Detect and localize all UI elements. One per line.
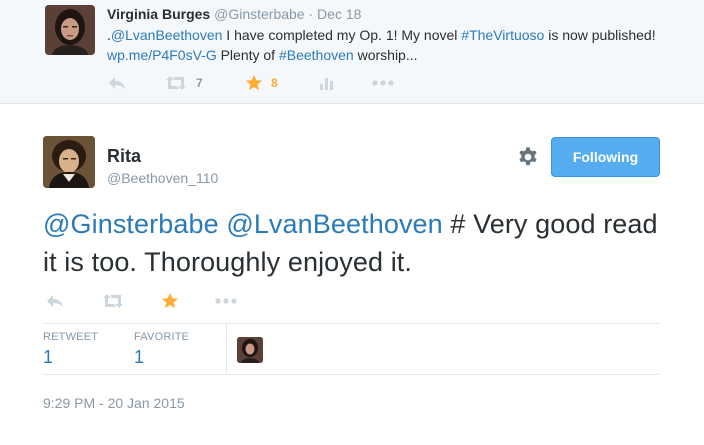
retweet-stat-value[interactable]: 1 bbox=[43, 347, 98, 368]
mention-link[interactable]: @LvanBeethoven bbox=[111, 27, 223, 43]
context-tweet[interactable]: Virginia Burges @Ginsterbabe · Dec 18 .@… bbox=[0, 0, 704, 104]
url-link[interactable]: wp.me/P4F0sV-G bbox=[107, 47, 217, 63]
tweet-text: @Ginsterbabe @LvanBeethoven # Very good … bbox=[43, 205, 663, 281]
stats-divider bbox=[226, 324, 227, 374]
reply-button[interactable] bbox=[107, 72, 127, 94]
retweet-stat[interactable]: RETWEET 1 bbox=[43, 331, 98, 368]
mention-link[interactable]: @LvanBeethoven bbox=[226, 209, 442, 239]
favorite-count: 8 bbox=[271, 76, 278, 90]
retweet-icon bbox=[166, 76, 186, 90]
favorite-button[interactable]: 8 bbox=[245, 72, 278, 94]
reply-icon bbox=[109, 77, 125, 89]
context-tweet-text: .@LvanBeethoven I have completed my Op. … bbox=[107, 25, 667, 65]
text-part: worship... bbox=[353, 47, 418, 63]
hashtag-link[interactable]: #TheVirtuoso bbox=[461, 27, 544, 43]
favorite-stat-value[interactable]: 1 bbox=[134, 347, 189, 368]
tweet-timestamp: 9:29 PM - 20 Jan 2015 bbox=[43, 395, 185, 411]
retweet-button[interactable] bbox=[101, 290, 125, 312]
context-actions: 7 8 bbox=[107, 72, 407, 94]
context-author-handle[interactable]: @Ginsterbabe bbox=[214, 6, 304, 22]
tweet-actions bbox=[43, 290, 303, 312]
reply-button[interactable] bbox=[45, 290, 65, 312]
retweet-icon bbox=[103, 294, 123, 308]
header-separator: · bbox=[308, 6, 314, 22]
author-handle[interactable]: @Beethoven_110 bbox=[107, 170, 218, 186]
text-part: Plenty of bbox=[216, 47, 279, 63]
analytics-icon bbox=[320, 78, 333, 90]
retweet-count: 7 bbox=[196, 76, 203, 90]
tweet-stats: RETWEET 1 FAVORITE 1 bbox=[43, 323, 660, 375]
retweet-stat-label: RETWEET bbox=[43, 331, 99, 343]
analytics-button[interactable] bbox=[319, 72, 335, 94]
more-button[interactable] bbox=[215, 290, 237, 312]
text-part: is now published! bbox=[544, 27, 656, 43]
favorite-stat-label: FAVORITE bbox=[134, 331, 190, 343]
author-avatar[interactable] bbox=[43, 136, 95, 188]
more-button[interactable] bbox=[372, 72, 394, 94]
context-date[interactable]: Dec 18 bbox=[317, 6, 361, 22]
more-icon bbox=[215, 298, 237, 304]
context-author-name[interactable]: Virginia Burges bbox=[107, 6, 210, 22]
hashtag-link[interactable]: #Beethoven bbox=[279, 47, 354, 63]
favorite-button[interactable] bbox=[161, 290, 179, 312]
favoriter-avatar[interactable] bbox=[237, 337, 263, 363]
context-avatar[interactable] bbox=[45, 5, 95, 55]
mention-link[interactable]: @Ginsterbabe bbox=[43, 209, 219, 239]
favorite-stat[interactable]: FAVORITE 1 bbox=[134, 331, 189, 368]
gear-icon[interactable] bbox=[517, 146, 539, 168]
text-part: I have completed my Op. 1! My novel bbox=[222, 27, 462, 43]
favorite-icon bbox=[245, 74, 263, 91]
author-name[interactable]: Rita bbox=[107, 146, 141, 167]
retweet-button[interactable]: 7 bbox=[164, 72, 203, 94]
more-icon bbox=[372, 80, 394, 86]
reply-icon bbox=[47, 295, 63, 307]
favorite-icon bbox=[161, 292, 179, 309]
context-header: Virginia Burges @Ginsterbabe · Dec 18 bbox=[107, 6, 361, 22]
following-button[interactable]: Following bbox=[551, 137, 660, 177]
